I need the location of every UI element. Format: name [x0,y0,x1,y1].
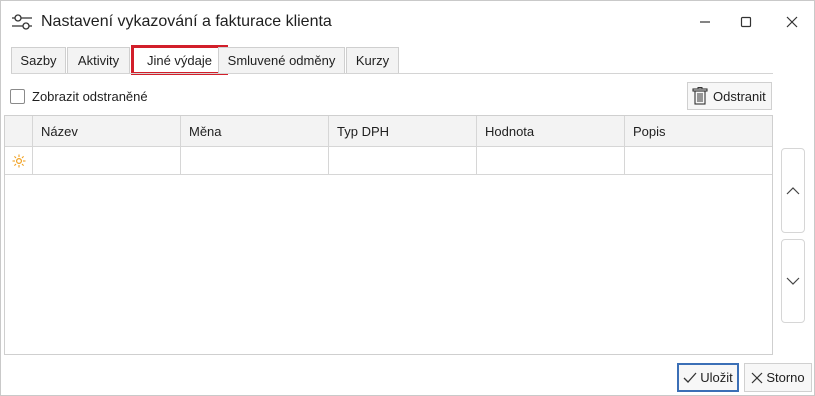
column-header-mena[interactable]: Měna [180,116,328,147]
chevron-down-icon [786,277,800,285]
column-header-nazev[interactable]: Název [32,116,180,147]
cancel-button[interactable]: Storno [744,363,812,392]
show-deleted-label: Zobrazit odstraněné [32,89,148,104]
show-deleted-checkbox[interactable] [10,89,25,104]
maximize-button[interactable] [723,7,769,37]
new-row-cell-typ-dph[interactable] [328,147,476,175]
tab-smluvene-odmeny[interactable]: Smluvené odměny [218,47,345,73]
minimize-icon [700,21,710,23]
tab-sazby[interactable]: Sazby [11,47,66,73]
new-row-cell-hodnota[interactable] [476,147,624,175]
new-row-sun-icon [5,147,32,175]
dialog-window: Nastavení vykazování a fakturace klienta… [0,0,815,396]
remove-button-label: Odstranit [713,88,766,104]
new-row-cell-mena[interactable] [180,147,328,175]
grid-header: Název Měna Typ DPH Hodnota Popis [5,116,772,147]
column-header-hodnota[interactable]: Hodnota [476,116,624,147]
title-bar: Nastavení vykazování a fakturace klienta [1,1,814,43]
save-button-label: Uložit [700,370,733,385]
new-row-cell-nazev[interactable] [32,147,180,175]
tab-divider [11,73,773,74]
column-header-typ-dph[interactable]: Typ DPH [328,116,476,147]
tab-kurzy[interactable]: Kurzy [346,47,399,73]
close-icon [751,372,763,383]
new-row-cell-popis[interactable] [624,147,772,175]
close-icon [786,16,798,28]
maximize-icon [740,16,752,28]
chevron-up-icon [786,186,800,194]
data-grid: Název Měna Typ DPH Hodnota Popis [4,115,773,355]
trash-icon [692,87,708,105]
window-title: Nastavení vykazování a fakturace klienta [41,13,332,30]
save-button[interactable]: Uložit [677,363,739,392]
column-header-popis[interactable]: Popis [624,116,772,147]
move-up-button[interactable] [781,148,805,233]
close-button[interactable] [769,7,815,37]
cancel-button-label: Storno [766,370,805,385]
sliders-icon [11,13,33,31]
tab-aktivity[interactable]: Aktivity [67,47,130,73]
move-down-button[interactable] [781,239,805,323]
minimize-button[interactable] [682,7,728,37]
tab-highlight-frame [131,45,228,75]
checkmark-icon [683,372,697,383]
remove-button[interactable]: Odstranit [687,82,772,110]
new-row[interactable] [5,147,772,175]
